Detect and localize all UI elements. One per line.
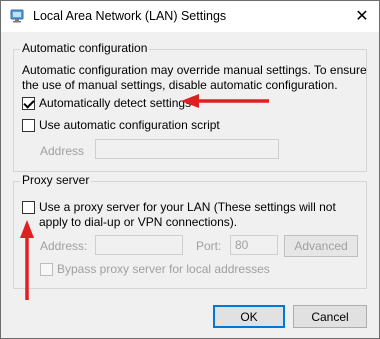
title-bar: Local Area Network (LAN) Settings ✕ — [1, 1, 379, 32]
close-icon[interactable]: ✕ — [351, 5, 373, 27]
automatic-configuration-legend: Automatic configuration — [20, 41, 150, 55]
annotation-arrow-right — [181, 94, 269, 108]
auto-detect-checkbox[interactable] — [22, 97, 35, 110]
proxy-address-label: Address: — [40, 239, 88, 253]
use-config-script-label: Use automatic configuration script — [39, 118, 220, 132]
bypass-local-option[interactable]: Bypass proxy server for local addresses — [40, 262, 270, 277]
bypass-local-checkbox[interactable] — [40, 263, 53, 276]
proxy-server-group: Proxy server Use a proxy server for your… — [13, 173, 367, 289]
use-proxy-checkbox[interactable] — [22, 201, 35, 214]
ok-button[interactable]: OK — [213, 305, 285, 328]
script-address-input[interactable] — [95, 139, 279, 159]
lan-settings-dialog: Local Area Network (LAN) Settings ✕ Auto… — [0, 0, 380, 339]
use-proxy-option[interactable]: Use a proxy server for your LAN (These s… — [22, 200, 362, 230]
window-title: Local Area Network (LAN) Settings — [33, 9, 227, 23]
automatic-configuration-description: Automatic configuration may override man… — [22, 63, 367, 92]
use-config-script-option[interactable]: Use automatic configuration script — [22, 118, 220, 133]
proxy-port-label: Port: — [196, 239, 222, 253]
proxy-server-legend: Proxy server — [20, 173, 92, 187]
use-proxy-label: Use a proxy server for your LAN (These s… — [39, 200, 336, 229]
bypass-local-label: Bypass proxy server for local addresses — [57, 262, 270, 276]
annotation-arrow-up — [20, 220, 34, 300]
script-address-label: Address — [40, 144, 85, 158]
auto-detect-settings-option[interactable]: Automatically detect settings — [22, 96, 191, 111]
use-config-script-checkbox[interactable] — [22, 119, 35, 132]
automatic-configuration-group: Automatic configuration Automatic config… — [13, 41, 367, 172]
cancel-button[interactable]: Cancel — [293, 305, 367, 328]
proxy-address-input[interactable] — [95, 235, 183, 255]
proxy-port-input[interactable]: 80 — [230, 235, 278, 255]
advanced-button[interactable]: Advanced — [284, 235, 358, 257]
network-settings-icon — [9, 8, 25, 24]
auto-detect-label: Automatically detect settings — [39, 96, 192, 110]
